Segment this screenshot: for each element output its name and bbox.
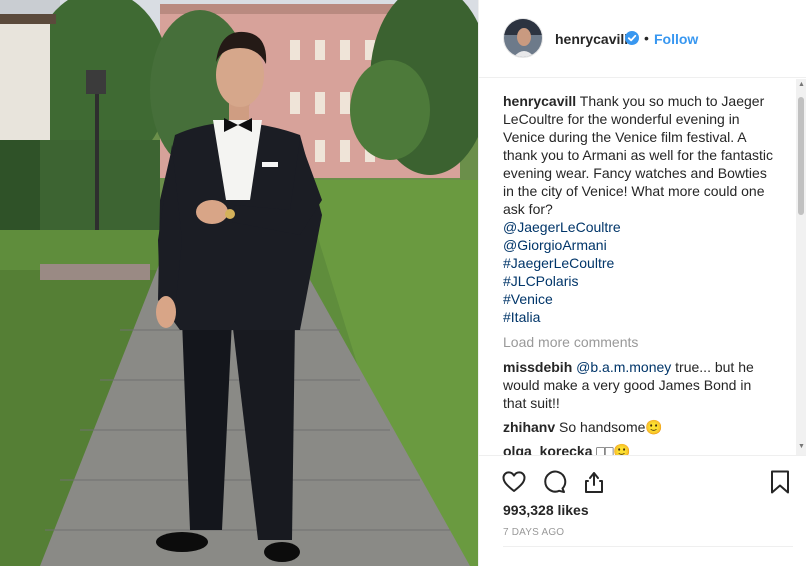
avatar[interactable] <box>503 18 543 58</box>
caption-tag[interactable]: #Italia <box>503 308 779 326</box>
post-photo[interactable] <box>0 0 478 566</box>
comments-section: henrycavill Thank you so much to Jaeger … <box>479 79 806 455</box>
comment-text: □□🙂 <box>596 443 631 455</box>
comment-text: So handsome🙂 <box>559 419 663 435</box>
comment-username[interactable]: zhihanv <box>503 419 555 435</box>
caption-tag[interactable]: @JaegerLeCoultre <box>503 218 779 236</box>
caption-tag[interactable]: #Venice <box>503 290 779 308</box>
heart-icon[interactable] <box>501 469 527 495</box>
post-details-panel: henrycavill • Follow henrycavill Thank y… <box>478 0 806 566</box>
caption-tag[interactable]: #JLCPolaris <box>503 272 779 290</box>
post-caption: henrycavill Thank you so much to Jaeger … <box>503 92 779 326</box>
caption-text: Thank you so much to Jaeger LeCoultre fo… <box>503 93 774 217</box>
comment-item: missdebih @b.a.m.money true... but he wo… <box>503 358 773 412</box>
comment-username[interactable]: missdebih <box>503 359 572 375</box>
post-header: henrycavill • Follow <box>479 0 806 78</box>
caption-tag[interactable]: @GiorgioArmani <box>503 236 779 254</box>
post-image <box>0 0 478 566</box>
post-actions: 993,328 likes 7 DAYS AGO <box>479 455 806 566</box>
comment-item: olga_korecka □□🙂 <box>503 442 773 455</box>
caption-tag[interactable]: #JaegerLeCoultre <box>503 254 779 272</box>
comment-mention[interactable]: @b.a.m.money <box>576 359 671 375</box>
scroll-down-arrow-icon[interactable]: ▼ <box>798 443 805 450</box>
avatar-image <box>504 19 542 57</box>
follow-button[interactable]: Follow <box>654 31 698 47</box>
header-separator: • <box>644 30 649 46</box>
comment-username[interactable]: olga_korecka <box>503 443 593 455</box>
share-icon[interactable] <box>581 469 607 495</box>
scrollbar-thumb[interactable] <box>798 97 804 215</box>
divider <box>503 546 793 547</box>
verified-badge-icon <box>625 31 639 45</box>
author-username[interactable]: henrycavill <box>555 31 628 47</box>
comments-scrollbar[interactable]: ▲ ▼ <box>796 79 806 455</box>
bookmark-icon[interactable] <box>767 469 793 495</box>
scroll-up-arrow-icon[interactable]: ▲ <box>798 81 805 88</box>
likes-count[interactable]: 993,328 likes <box>503 502 589 518</box>
comment-item: zhihanv So handsome🙂 <box>503 418 773 436</box>
comment-bubble-icon[interactable] <box>541 469 567 495</box>
load-more-comments-button[interactable]: Load more comments <box>503 334 638 350</box>
caption-username[interactable]: henrycavill <box>503 93 576 109</box>
post-timestamp[interactable]: 7 DAYS AGO <box>503 527 564 538</box>
